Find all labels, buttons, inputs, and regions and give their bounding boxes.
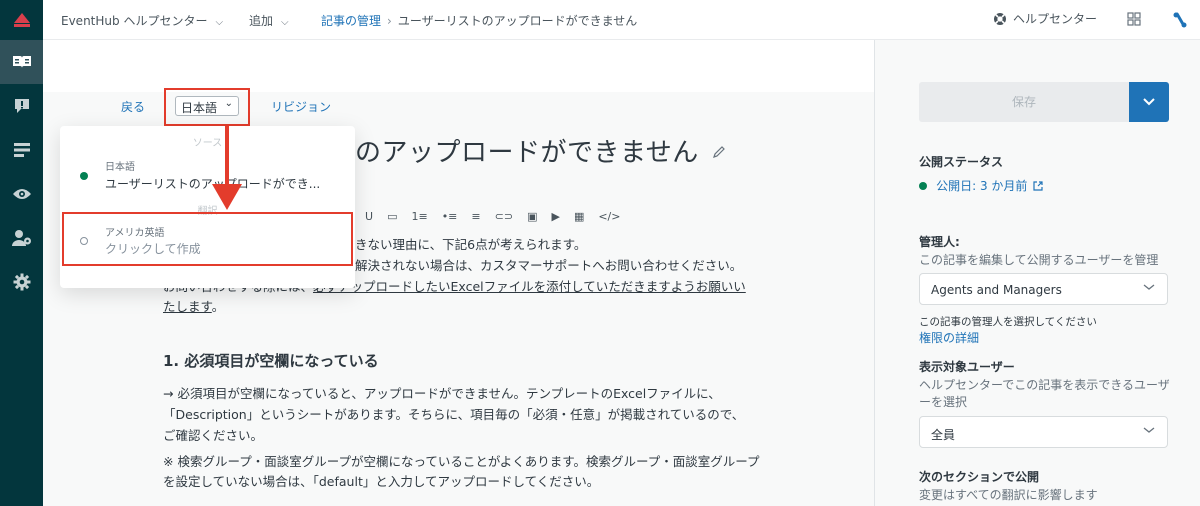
- intro-line-1: きない理由に、下記6点が考えられます。: [355, 237, 587, 252]
- source-language: 日本語: [105, 162, 135, 173]
- save-options-button[interactable]: [1129, 82, 1169, 122]
- article-title-text: のアップロードができません: [355, 138, 699, 168]
- product-tray-icon[interactable]: [1127, 12, 1141, 29]
- article-title[interactable]: のアップロードができません: [355, 132, 726, 169]
- zendesk-guide-logo[interactable]: [0, 0, 43, 40]
- help-center-link[interactable]: ヘルプセンター: [993, 10, 1097, 27]
- publish-status-value: 公開日: 3 か月前: [936, 179, 1028, 193]
- link-button[interactable]: ⊂⊃: [495, 210, 513, 223]
- dropdown-source-header: ソース: [192, 138, 223, 149]
- help-center-name: EventHub ヘルプセンター: [61, 14, 208, 28]
- source-code-button[interactable]: </>: [598, 210, 620, 223]
- save-button[interactable]: 保存: [919, 82, 1129, 122]
- chevron-down-icon: [1143, 98, 1155, 106]
- settings-icon[interactable]: [0, 260, 43, 304]
- manager-select[interactable]: Agents and Managers: [919, 273, 1168, 305]
- pencil-icon: [712, 146, 725, 158]
- intro-line-4-b: 。: [211, 299, 225, 314]
- eye-icon[interactable]: [0, 172, 43, 216]
- publish-section-label: 次のセクションで公開: [919, 470, 1040, 484]
- breadcrumb-separator-icon: ›: [387, 14, 392, 28]
- underline-button[interactable]: U: [365, 210, 373, 223]
- formatting-toolbar: U ▭ 1≡ •≡ ≡ ⊂⊃ ▣ ▶ ▦ </>: [365, 207, 634, 225]
- add-menu[interactable]: 追加 ⌵: [249, 12, 289, 29]
- viewers-label: 表示対象ユーザー: [919, 360, 1015, 374]
- intro-line-4-a: たします: [163, 299, 212, 314]
- para1-line-1: → 必須項目が空欄になっていると、アップロードができません。テンプレートのExc…: [163, 386, 721, 401]
- back-link[interactable]: 戻る: [121, 98, 145, 115]
- ordered-list-button[interactable]: 1≡: [411, 210, 427, 223]
- viewers-select-value: 全員: [931, 428, 956, 442]
- heading-required-fields: 1. 必須項目が空欄になっている: [163, 352, 379, 370]
- annotation-arrow-down-icon: [212, 184, 242, 210]
- help-center-switcher[interactable]: EventHub ヘルプセンター ⌵: [61, 12, 223, 29]
- code-block-button[interactable]: ▭: [387, 210, 397, 223]
- para1-line-2: 「Description」というシートがあります。そちらに、項目毎の「必須・任意…: [163, 407, 745, 422]
- left-navigation: [0, 0, 43, 506]
- para2-line-2: を設定していない場合は、「default」と入力してアップロードしてください。: [163, 474, 600, 489]
- help-center-link-label: ヘルプセンター: [1013, 12, 1098, 26]
- bullet-list-button[interactable]: •≡: [442, 210, 458, 223]
- guide-icon[interactable]: [0, 40, 43, 84]
- annotation-highlight-translation-option: [62, 212, 353, 266]
- viewers-select[interactable]: 全員: [919, 416, 1168, 448]
- list-icon[interactable]: [0, 128, 43, 172]
- revisions-link[interactable]: リビジョン: [271, 98, 331, 115]
- chevron-down-icon: ⌵: [215, 17, 224, 28]
- top-bar: EventHub ヘルプセンター ⌵ 追加 ⌵ 記事の管理 › ユーザーリストのアップロ…: [43, 0, 1200, 40]
- alert-icon[interactable]: [0, 84, 43, 128]
- publish-status-link[interactable]: 公開日: 3 か月前: [919, 175, 1043, 194]
- breadcrumb-manage-articles[interactable]: 記事の管理: [321, 14, 381, 28]
- chevron-down-icon: [1143, 284, 1155, 290]
- annotation-arrow-shaft: [225, 126, 229, 188]
- user-avatar[interactable]: [1170, 10, 1190, 33]
- annotation-highlight-language-select: [164, 88, 250, 126]
- para2-line-1: ※ 検索グループ・面談室グループが空欄になっていることがよくあります。検索グルー…: [163, 454, 760, 469]
- published-status-dot-icon: [919, 182, 927, 190]
- manager-select-value: Agents and Managers: [931, 283, 1062, 297]
- manager-label: 管理人:: [919, 235, 960, 249]
- intro-line-4: たします。: [163, 296, 224, 317]
- manager-hint: この記事を編集して公開するユーザーを管理: [919, 253, 1159, 267]
- add-label: 追加: [249, 14, 274, 28]
- breadcrumb-current: ユーザーリストのアップロードができません: [397, 14, 638, 28]
- intro-line-2: 解決されない場合は、カスタマーサポートへお問い合わせください。: [355, 258, 743, 273]
- published-status-dot-icon: [80, 172, 88, 180]
- video-button[interactable]: ▶: [551, 210, 559, 223]
- breadcrumb: 記事の管理 › ユーザーリストのアップロードができません: [321, 12, 637, 29]
- intro-line-3-b: 必ずアップロードしたいExcelファイルを添付していただきますようお願いい: [313, 279, 746, 294]
- permissions-link[interactable]: 権限の詳細: [919, 329, 979, 346]
- publish-section-hint: 変更はすべての翻訳に影響します: [919, 488, 1098, 502]
- align-button[interactable]: ≡: [471, 210, 480, 223]
- viewers-hint-line-1: ヘルプセンターでこの記事を表示できるユーザ: [919, 378, 1170, 392]
- publish-status-label: 公開ステータス: [919, 155, 1004, 169]
- chevron-down-icon: [1143, 427, 1155, 433]
- manager-select-hint: この記事の管理人を選択してください: [919, 316, 1097, 328]
- viewers-hint-line-2: ーを選択: [919, 395, 968, 409]
- lifebuoy-icon: [994, 13, 1006, 25]
- external-link-icon: [1032, 181, 1043, 191]
- table-button[interactable]: ▦: [574, 210, 584, 223]
- image-button[interactable]: ▣: [527, 210, 537, 223]
- editor-header: [43, 40, 874, 92]
- chevron-down-icon: ⌵: [281, 17, 289, 28]
- para1-line-3: ご確認ください。: [163, 428, 264, 443]
- user-gear-icon[interactable]: [0, 216, 43, 260]
